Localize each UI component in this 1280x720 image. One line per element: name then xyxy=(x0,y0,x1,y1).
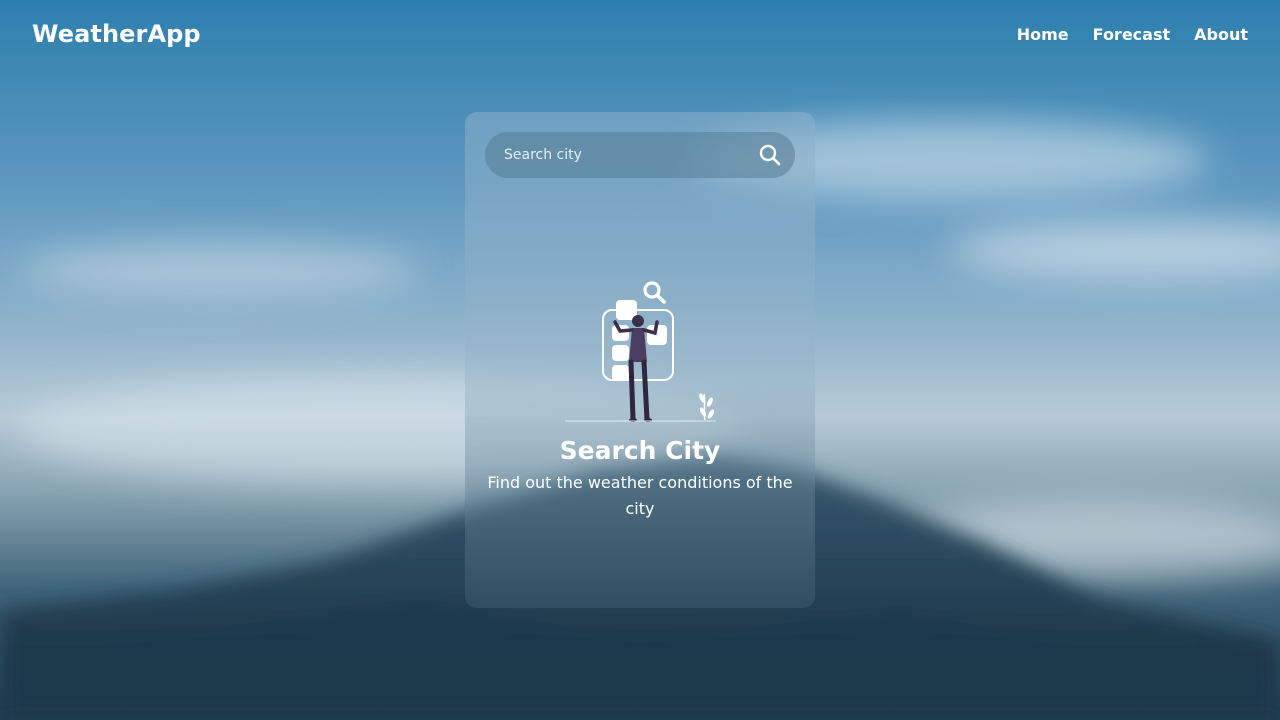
person-searching-illustration xyxy=(563,278,718,423)
weather-card: Search City Find out the weather conditi… xyxy=(465,112,815,608)
empty-state-subtitle: Find out the weather conditions of the c… xyxy=(487,473,793,518)
nav-link-about[interactable]: About xyxy=(1194,25,1248,44)
search-input[interactable] xyxy=(485,132,745,178)
empty-state-title: Search City xyxy=(559,436,721,465)
nav-link-home[interactable]: Home xyxy=(1017,25,1069,44)
top-navbar: WeatherApp Home Forecast About xyxy=(0,0,1280,68)
search-button[interactable] xyxy=(745,132,795,178)
nav-link-forecast[interactable]: Forecast xyxy=(1093,25,1170,44)
search-icon xyxy=(759,144,781,166)
app-logo[interactable]: WeatherApp xyxy=(32,20,201,48)
search-bar xyxy=(485,132,795,178)
nav-links: Home Forecast About xyxy=(1017,25,1248,44)
